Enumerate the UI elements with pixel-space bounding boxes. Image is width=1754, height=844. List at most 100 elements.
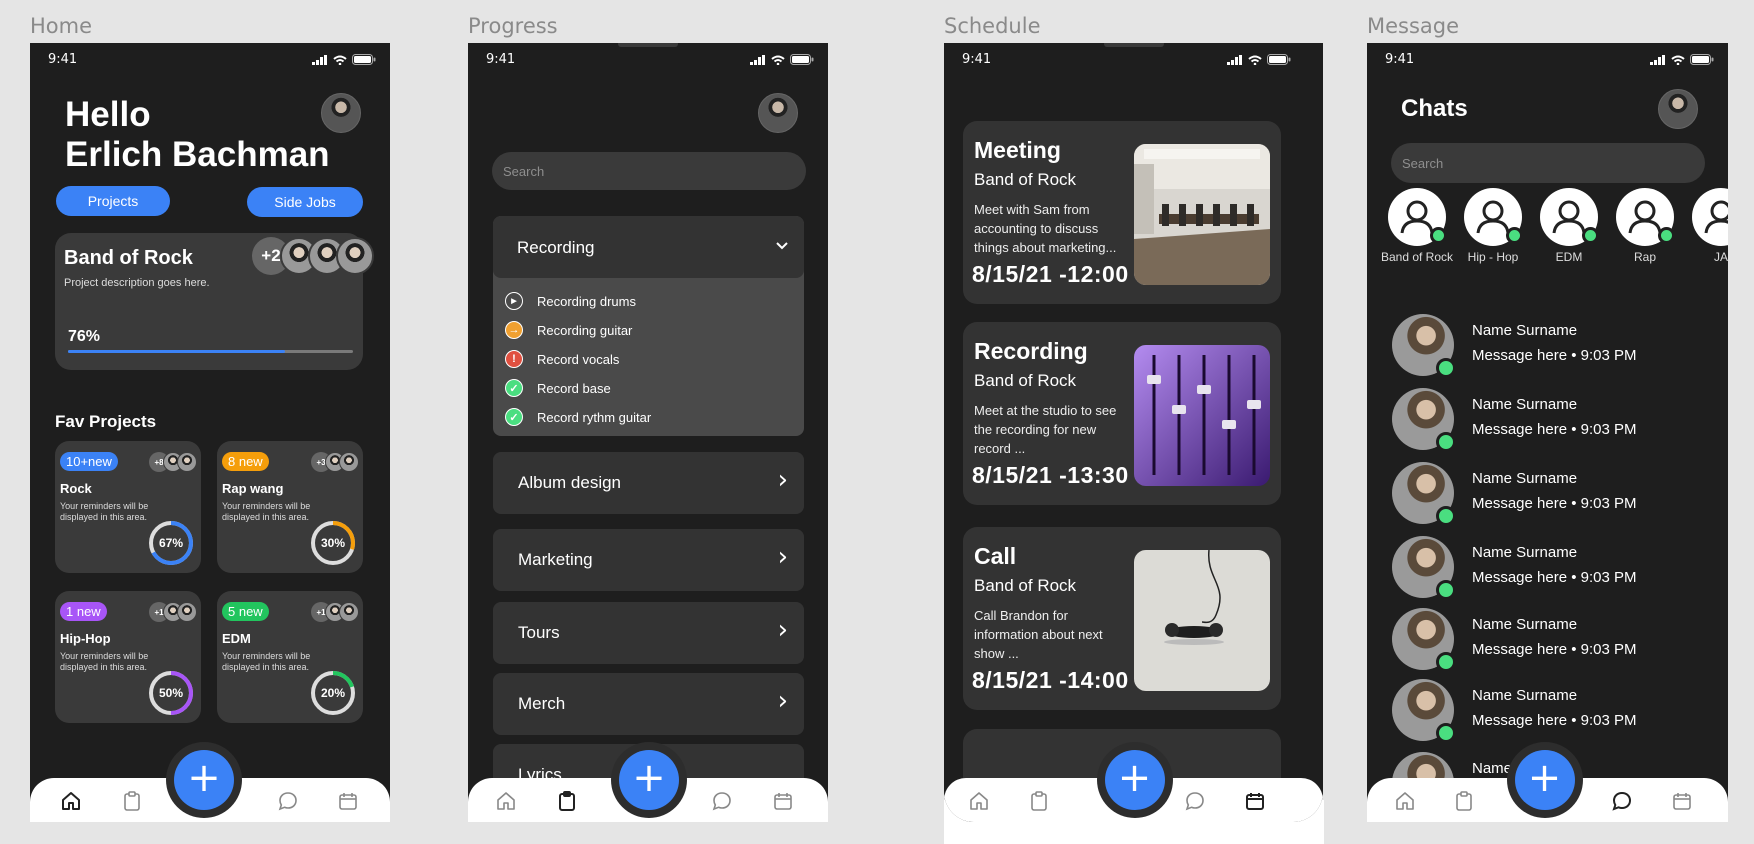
chat-icon[interactable] bbox=[1184, 790, 1206, 812]
chat-search-input[interactable]: Search bbox=[1391, 143, 1705, 183]
chat-row[interactable]: Name Surname Message here • 9:03 PM bbox=[1392, 679, 1722, 743]
event-card[interactable]: Recording Band of Rock Meet at the studio … bbox=[963, 322, 1281, 505]
group-chat[interactable]: EDM bbox=[1531, 188, 1607, 265]
group-name: Band of Rock bbox=[1380, 250, 1454, 264]
event-description: Meet at the studio to see the recording … bbox=[974, 403, 1117, 456]
clipboard-icon[interactable] bbox=[1028, 790, 1050, 812]
chat-icon[interactable] bbox=[277, 790, 299, 812]
member-avatar bbox=[177, 602, 197, 622]
event-project: Band of Rock bbox=[974, 170, 1077, 189]
group-chat[interactable]: Band of Rock bbox=[1379, 188, 1455, 265]
chevron-right-icon: › bbox=[777, 615, 788, 645]
task-item[interactable]: → Recording guitar bbox=[505, 320, 632, 340]
chat-row[interactable]: Name Surname Message here • 9:03 PM bbox=[1392, 608, 1722, 672]
calendar-icon[interactable] bbox=[337, 790, 359, 812]
chat-last-message: Message here • 9:03 PM bbox=[1472, 569, 1637, 586]
accordion-section[interactable]: Album design › bbox=[493, 452, 804, 514]
chat-row[interactable]: Name Surname Message here • 9:03 PM bbox=[1392, 462, 1722, 526]
event-card[interactable]: Meeting Band of Rock Meet with Sam from ac… bbox=[963, 121, 1281, 304]
clipboard-icon[interactable] bbox=[121, 790, 143, 812]
online-indicator bbox=[1436, 652, 1456, 672]
search-input[interactable]: Search bbox=[492, 152, 806, 190]
home-icon[interactable] bbox=[60, 790, 82, 812]
add-button[interactable]: + bbox=[1104, 750, 1165, 810]
task-item[interactable]: ! Record vocals bbox=[505, 349, 619, 369]
fav-project-card[interactable]: 5 new +1 EDM Your reminders will be display… bbox=[217, 591, 363, 723]
progress-ring-label: 30% bbox=[320, 536, 346, 550]
chat-name: Name Surname bbox=[1472, 322, 1578, 339]
add-button[interactable]: + bbox=[1514, 750, 1575, 810]
battery-icon bbox=[1690, 54, 1714, 65]
chat-icon[interactable] bbox=[1611, 790, 1633, 812]
accordion-section[interactable]: Marketing › bbox=[493, 529, 804, 591]
status-icons bbox=[312, 54, 376, 65]
section-title: Merch bbox=[518, 694, 566, 713]
calendar-icon[interactable] bbox=[1244, 790, 1266, 812]
accordion-recording: Recording ▶ Recording drums → Recording gui… bbox=[493, 216, 804, 436]
group-chat[interactable]: JA bbox=[1683, 188, 1728, 265]
event-description: Meet with Sam from accounting to discuss… bbox=[974, 202, 1117, 255]
chat-name: Name Surname bbox=[1472, 544, 1578, 561]
fav-project-card[interactable]: 10+new +8 Rock Your reminders will be displ… bbox=[55, 441, 201, 573]
section-title: Tours bbox=[518, 623, 560, 642]
event-title: Call bbox=[974, 543, 1017, 569]
chat-last-message: Message here • 9:03 PM bbox=[1472, 495, 1637, 512]
wifi-icon bbox=[771, 55, 785, 65]
status-icons bbox=[1650, 54, 1714, 65]
clipboard-icon[interactable] bbox=[556, 790, 578, 812]
chat-row[interactable]: Name Surname Message here • 9:03 PM bbox=[1392, 388, 1722, 452]
accordion-section[interactable]: Tours › bbox=[493, 602, 804, 664]
task-item[interactable]: ✓ Record base bbox=[505, 378, 611, 398]
greeting: Hello Erlich Bachman bbox=[65, 95, 330, 175]
chat-name: Name Surname bbox=[1472, 616, 1578, 633]
calendar-icon[interactable] bbox=[1671, 790, 1693, 812]
status-icons bbox=[1227, 54, 1291, 65]
home-icon[interactable] bbox=[495, 790, 517, 812]
new-badge: 5 new bbox=[222, 602, 269, 621]
chat-row[interactable]: Name Surname Message here • 9:03 PM bbox=[1392, 536, 1722, 600]
group-avatar bbox=[1616, 188, 1675, 246]
status-time: 9:41 bbox=[962, 52, 992, 67]
task-status-icon: ▶ bbox=[505, 292, 523, 310]
home-icon[interactable] bbox=[1394, 790, 1416, 812]
wifi-icon bbox=[1671, 55, 1685, 65]
accordion-section[interactable]: Merch › bbox=[493, 673, 804, 735]
task-item[interactable]: ▶ Recording drums bbox=[505, 291, 636, 311]
signal-icon bbox=[1650, 54, 1665, 65]
chat-icon[interactable] bbox=[711, 790, 733, 812]
group-chat[interactable]: Rap bbox=[1607, 188, 1683, 265]
clipboard-icon[interactable] bbox=[1453, 790, 1475, 812]
plus-icon: + bbox=[1527, 755, 1562, 801]
group-chat[interactable]: Hip - Hop bbox=[1455, 188, 1531, 265]
event-description: Call Brandon for information about next … bbox=[974, 608, 1103, 661]
side-jobs-button[interactable]: Side Jobs bbox=[247, 187, 363, 217]
calendar-icon[interactable] bbox=[772, 790, 794, 812]
group-avatar bbox=[1540, 188, 1599, 246]
add-button[interactable]: + bbox=[619, 750, 679, 810]
add-button[interactable]: + bbox=[174, 750, 234, 810]
fav-project-card[interactable]: 1 new +1 Hip-Hop Your reminders will be dis… bbox=[55, 591, 201, 723]
task-status-icon: ! bbox=[505, 350, 523, 368]
signal-icon bbox=[1227, 54, 1242, 65]
event-datetime: 8/15/21 -13:30 bbox=[972, 462, 1129, 488]
group-avatar bbox=[1388, 188, 1447, 246]
task-item[interactable]: ✓ Record rythm guitar bbox=[505, 407, 651, 427]
event-card[interactable]: Call Band of Rock Call Brandon for informa… bbox=[963, 527, 1281, 710]
section-title: Album design bbox=[518, 473, 622, 492]
group-name: EDM bbox=[1555, 250, 1583, 264]
status-bar: 9:41 bbox=[1367, 52, 1728, 68]
home-icon[interactable] bbox=[968, 790, 990, 812]
project-card[interactable]: Band of Rock Project description goes he… bbox=[55, 233, 374, 370]
projects-button[interactable]: Projects bbox=[56, 186, 170, 216]
section-title: Marketing bbox=[518, 550, 593, 569]
profile-avatar[interactable] bbox=[1658, 89, 1698, 129]
fav-project-card[interactable]: 8 new +3 Rap wang Your reminders will be di… bbox=[217, 441, 363, 573]
accordion-recording-header[interactable]: Recording bbox=[493, 216, 804, 278]
profile-avatar[interactable] bbox=[758, 93, 798, 133]
battery-icon bbox=[352, 54, 376, 65]
chat-row[interactable]: Name Surname Message here • 9:03 PM bbox=[1392, 314, 1722, 378]
chat-last-message: Message here • 9:03 PM bbox=[1472, 641, 1637, 658]
group-name: Rap bbox=[1633, 250, 1656, 264]
chats-title: Chats bbox=[1401, 95, 1468, 122]
notch bbox=[618, 43, 678, 47]
